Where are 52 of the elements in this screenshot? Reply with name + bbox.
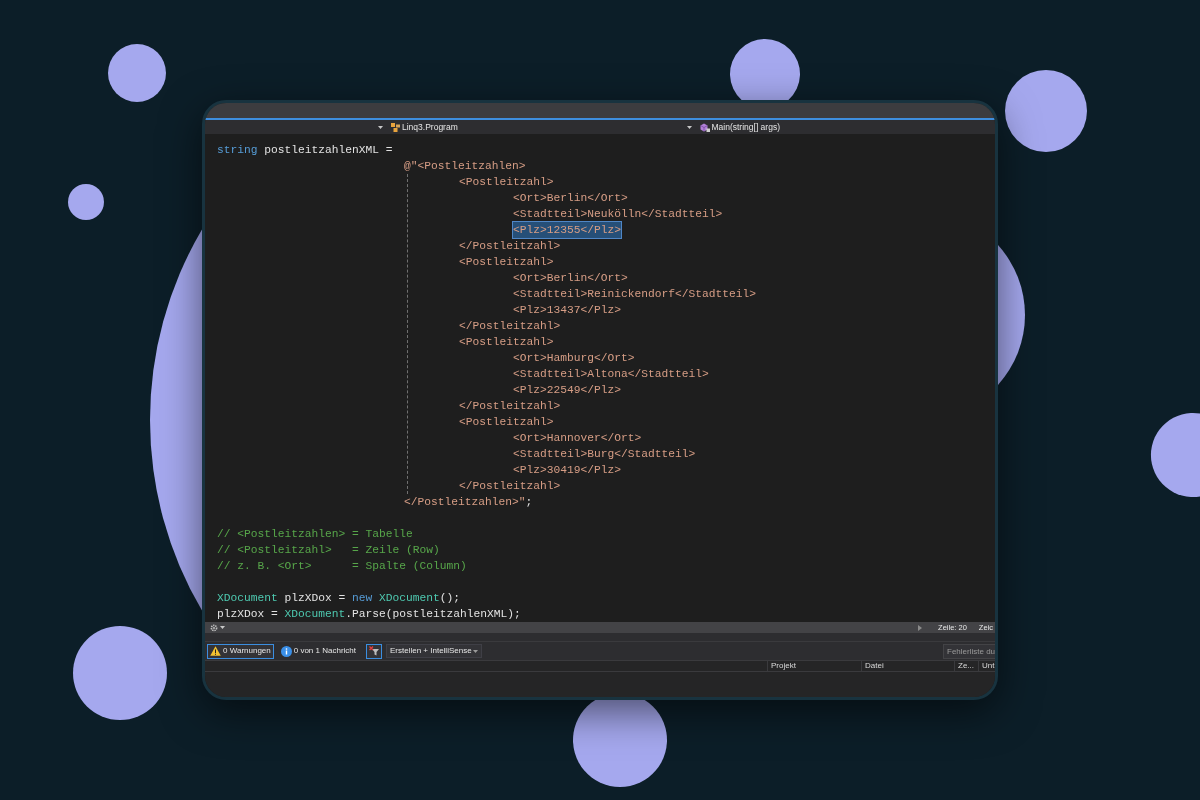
code-line: <Ort>Hamburg</Ort>	[513, 351, 635, 366]
filter-toggle-button[interactable]: 0 Warnungen	[207, 643, 274, 659]
caret-icon	[473, 649, 478, 653]
code-line: <Stadtteil>Burg</Stadtteil>	[513, 447, 696, 462]
code-line: </Postleitzahlen>";	[404, 495, 533, 510]
code-line: @"<Postleitzahlen>	[404, 159, 526, 174]
dropdown-value[interactable]: Main(string[] args)	[711, 121, 780, 133]
code-line: <Plz>22549</Plz>	[513, 383, 622, 398]
caret-icon[interactable]	[378, 125, 383, 129]
column-header[interactable]: Projekt	[767, 661, 861, 671]
decorative-circle	[108, 44, 166, 102]
code-line: <Plz>30419</Plz>	[513, 463, 622, 478]
dropdown-value[interactable]: Linq3.Program	[402, 121, 458, 133]
info-icon	[280, 645, 292, 657]
warning-icon	[210, 646, 221, 656]
decorative-circle	[68, 184, 104, 220]
right-arrow-icon[interactable]	[918, 624, 923, 631]
code-line: XDocument plzXDox = new XDocument();	[217, 591, 461, 606]
filter-icon	[369, 646, 379, 656]
code-line: // z. B. <Ort> = Spalte (Column)	[217, 559, 467, 574]
column-header[interactable]: Ze...	[954, 661, 978, 671]
code-line: <Ort>Berlin</Ort>	[513, 271, 628, 286]
code-line: string postleitzahlenXML =	[217, 143, 393, 158]
caret-icon[interactable]	[220, 626, 225, 629]
code-line: <Postleitzahl>	[459, 335, 554, 350]
column-header[interactable]: Datei	[861, 661, 954, 671]
blocks-icon	[391, 122, 400, 132]
caret-icon[interactable]	[686, 125, 692, 129]
scope-dropdown[interactable]: Erstellen + IntelliSense	[386, 644, 482, 658]
code-line: </Postleitzahl>	[459, 479, 561, 494]
code-line: // <Postleitzahlen> = Tabelle	[217, 527, 413, 542]
search-field[interactable]: Fehlerliste du	[943, 643, 995, 659]
code-editor[interactable]	[205, 134, 995, 622]
code-line: </Postleitzahl>	[459, 399, 561, 414]
code-line: <Postleitzahl>	[459, 255, 554, 270]
code-line: <Ort>Hannover</Ort>	[513, 431, 642, 446]
code-line: <Stadtteil>Reinickendorf</Stadtteil>	[513, 287, 757, 302]
code-line: <Ort>Berlin</Ort>	[513, 191, 628, 206]
code-line: <Postleitzahl>	[459, 415, 554, 430]
filter-toggle-button[interactable]: 0 von 1 Nachricht	[277, 643, 359, 659]
code-line: </Postleitzahl>	[459, 319, 561, 334]
code-line: plzXDox = XDocument.Parse(postleitzahlenXML);	[217, 607, 521, 622]
column-header[interactable]: Unt	[978, 661, 995, 671]
code-line: <Postleitzahl>	[459, 175, 554, 190]
filter-button[interactable]	[366, 643, 382, 659]
code-line: // <Postleitzahl> = Zeile (Row)	[217, 543, 440, 558]
code-line: <Stadtteil>Altona</Stadtteil>	[513, 367, 709, 382]
cube-icon	[699, 122, 710, 132]
gear-icon[interactable]	[210, 623, 218, 632]
code-line: <Stadtteil>Neukölln</Stadtteil>	[513, 207, 723, 222]
code-line: <Plz>13437</Plz>	[513, 303, 622, 318]
code-line: </Postleitzahl>	[459, 239, 561, 254]
